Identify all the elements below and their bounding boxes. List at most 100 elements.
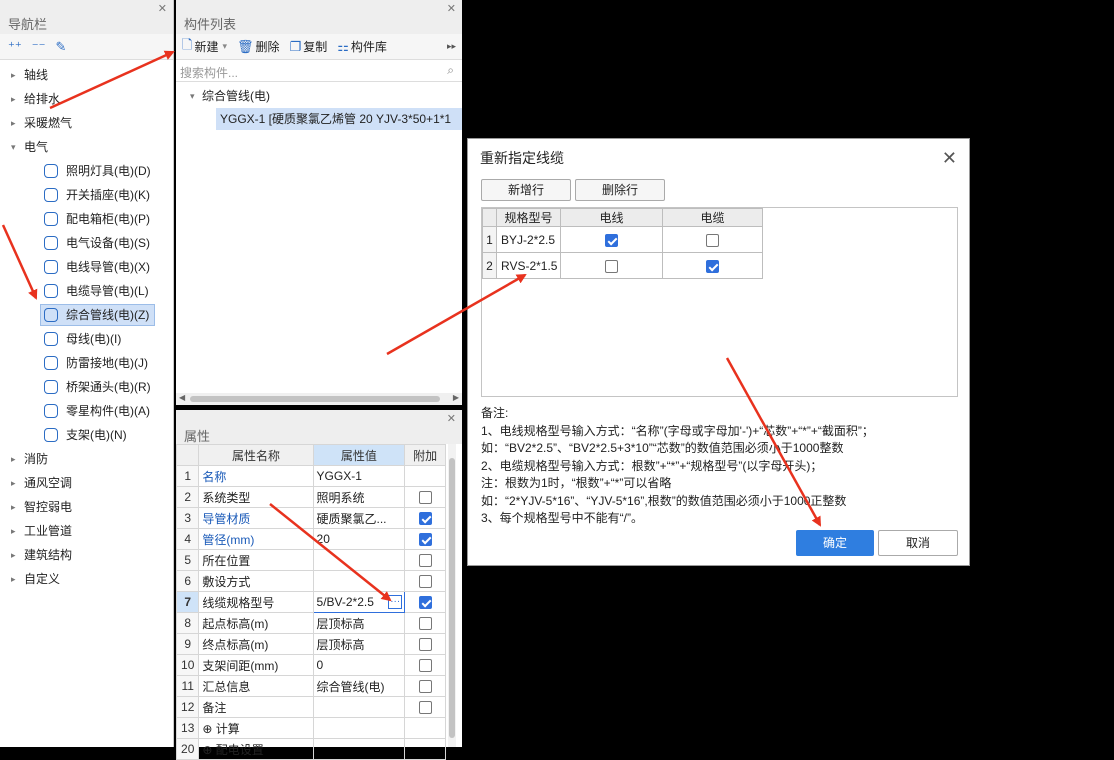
property-value[interactable]: 层顶标高 bbox=[312, 612, 406, 634]
cancel-button[interactable]: 取消 bbox=[878, 530, 958, 556]
nav-item[interactable]: ▸ 建筑结构 bbox=[0, 543, 173, 567]
nav-item[interactable]: ▸ 自定义 bbox=[0, 567, 173, 591]
nav-subitem[interactable]: 电线导管(电)(X) bbox=[0, 255, 173, 279]
nav-item[interactable]: ▸ 给排水 bbox=[0, 87, 173, 111]
expand-all-icon[interactable]: ⁺⁺ bbox=[8, 39, 22, 59]
library-button[interactable]: ⚏ 构件库 bbox=[337, 38, 387, 55]
close-icon[interactable]: ✕ bbox=[158, 2, 167, 15]
additional-checkbox[interactable] bbox=[418, 512, 432, 526]
property-value[interactable] bbox=[312, 717, 406, 739]
nav-item[interactable]: ▸ 消防 bbox=[0, 447, 173, 471]
nav-subitem[interactable]: 电缆导管(电)(L) bbox=[0, 279, 173, 303]
more-icon[interactable]: ▸▸ bbox=[447, 41, 456, 52]
property-row[interactable]: 3 导管材质 硬质聚氯乙... bbox=[175, 507, 446, 529]
property-value[interactable]: 层顶标高 bbox=[312, 633, 406, 655]
scroll-right-icon[interactable]: ▶ bbox=[453, 393, 459, 402]
collapse-icon[interactable]: ▾ bbox=[190, 84, 195, 108]
wire-checkbox[interactable] bbox=[605, 259, 618, 273]
nav-subitem[interactable]: 零星构件(电)(A) bbox=[0, 399, 173, 423]
expand-icon[interactable]: ▸ bbox=[11, 495, 16, 519]
component-item[interactable]: YGGX-1 [硬质聚氯乙烯管 20 YJV-3*50+1*1 bbox=[176, 108, 462, 132]
collapse-icon[interactable]: ▾ bbox=[11, 135, 16, 159]
nav-item[interactable]: ▸ 采暖燃气 bbox=[0, 111, 173, 135]
add-row-button[interactable]: 新增行 bbox=[481, 179, 571, 201]
copy-button[interactable]: ❐ 复制 bbox=[290, 38, 328, 55]
delete-row-button[interactable]: 删除行 bbox=[575, 179, 665, 201]
expand-icon[interactable]: ▸ bbox=[11, 543, 16, 567]
property-value[interactable]: 硬质聚氯乙... bbox=[312, 507, 406, 529]
additional-checkbox[interactable] bbox=[418, 701, 432, 715]
property-row[interactable]: 8 起点标高(m) 层顶标高 bbox=[175, 612, 446, 634]
property-value[interactable]: 5/BV-2*2.5 ··· bbox=[312, 591, 406, 613]
vertical-scrollbar[interactable] bbox=[448, 444, 456, 747]
scroll-thumb[interactable] bbox=[190, 396, 440, 402]
delete-button[interactable]: 🗑 删除 bbox=[237, 38, 280, 55]
additional-checkbox[interactable] bbox=[418, 596, 432, 610]
nav-item[interactable]: ▸ 轴线 bbox=[0, 63, 173, 87]
property-row[interactable]: 4 管径(mm) 20 bbox=[175, 528, 446, 550]
property-row[interactable]: 2 系统类型 照明系统 bbox=[175, 486, 446, 508]
close-icon[interactable]: ✕ bbox=[447, 2, 456, 15]
scroll-thumb[interactable] bbox=[449, 458, 455, 738]
property-value[interactable] bbox=[312, 570, 406, 592]
edit-icon[interactable]: ✎ bbox=[55, 39, 66, 59]
property-value[interactable]: 0 bbox=[312, 654, 406, 676]
expand-icon[interactable]: ▸ bbox=[11, 471, 16, 495]
collapse-all-icon[interactable]: ⁻⁻ bbox=[32, 39, 46, 59]
property-row[interactable]: 20 ⊕ 配电设置 bbox=[175, 738, 446, 760]
component-group[interactable]: ▾ 综合管线(电) bbox=[176, 84, 462, 108]
property-value[interactable] bbox=[312, 696, 406, 718]
expand-icon[interactable]: ▸ bbox=[11, 87, 16, 111]
expand-icon[interactable]: ▸ bbox=[11, 567, 16, 591]
spec-cell[interactable]: RVS-2*1.5 bbox=[496, 252, 561, 279]
property-value[interactable]: 照明系统 bbox=[312, 486, 406, 508]
nav-subitem[interactable]: 防雷接地(电)(J) bbox=[0, 351, 173, 375]
property-row[interactable]: 7 线缆规格型号 5/BV-2*2.5 ··· bbox=[175, 591, 446, 613]
expand-icon[interactable]: ▸ bbox=[11, 447, 16, 471]
scroll-left-icon[interactable]: ◀ bbox=[179, 393, 185, 402]
cable-checkbox[interactable] bbox=[706, 233, 719, 247]
nav-item[interactable]: ▸ 智控弱电 bbox=[0, 495, 173, 519]
ellipsis-button[interactable]: ··· bbox=[388, 595, 403, 609]
additional-checkbox[interactable] bbox=[418, 680, 432, 694]
cable-row[interactable]: 2 RVS-2*1.5 bbox=[482, 252, 763, 279]
expand-icon[interactable]: ▸ bbox=[11, 519, 16, 543]
property-value[interactable] bbox=[312, 549, 406, 571]
nav-subitem[interactable]: 支架(电)(N) bbox=[0, 423, 173, 447]
property-row[interactable]: 11 汇总信息 综合管线(电) bbox=[175, 675, 446, 697]
new-button[interactable]: 🗋 新建 ▾ bbox=[182, 36, 227, 58]
additional-checkbox[interactable] bbox=[418, 659, 432, 673]
property-row[interactable]: 5 所在位置 bbox=[175, 549, 446, 571]
nav-subitem[interactable]: 照明灯具(电)(D) bbox=[0, 159, 173, 183]
ok-button[interactable]: 确定 bbox=[796, 530, 874, 556]
dropdown-icon[interactable]: ▾ bbox=[222, 41, 227, 52]
property-value[interactable]: 综合管线(电) bbox=[312, 675, 406, 697]
additional-checkbox[interactable] bbox=[418, 617, 432, 631]
nav-subitem[interactable]: 电气设备(电)(S) bbox=[0, 231, 173, 255]
close-icon[interactable]: ✕ bbox=[447, 412, 456, 425]
property-value[interactable]: YGGX-1 bbox=[312, 465, 406, 487]
search-icon[interactable]: ⌕ bbox=[447, 63, 454, 78]
nav-item[interactable]: ▾ 电气 bbox=[0, 135, 173, 159]
expand-icon[interactable]: ▸ bbox=[11, 111, 16, 135]
component-search[interactable]: 搜索构件... ⌕ bbox=[176, 60, 462, 82]
spec-cell[interactable]: BYJ-2*2.5 bbox=[496, 226, 561, 253]
nav-subitem[interactable]: 母线(电)(I) bbox=[0, 327, 173, 351]
property-value[interactable] bbox=[312, 738, 406, 760]
property-row[interactable]: 12 备注 bbox=[175, 696, 446, 718]
nav-subitem[interactable]: 桥架通头(电)(R) bbox=[0, 375, 173, 399]
cable-row[interactable]: 1 BYJ-2*2.5 bbox=[482, 226, 763, 253]
additional-checkbox[interactable] bbox=[418, 575, 432, 589]
nav-item[interactable]: ▸ 通风空调 bbox=[0, 471, 173, 495]
nav-subitem[interactable]: 配电箱柜(电)(P) bbox=[0, 207, 173, 231]
horizontal-scrollbar[interactable]: ◀ ▶ bbox=[176, 393, 462, 405]
nav-item[interactable]: ▸ 工业管道 bbox=[0, 519, 173, 543]
additional-checkbox[interactable] bbox=[418, 554, 432, 568]
property-row[interactable]: 6 敷设方式 bbox=[175, 570, 446, 592]
additional-checkbox[interactable] bbox=[418, 533, 432, 547]
cable-checkbox[interactable] bbox=[706, 259, 719, 273]
close-icon[interactable]: ✕ bbox=[942, 139, 957, 177]
property-row[interactable]: 10 支架间距(mm) 0 bbox=[175, 654, 446, 676]
additional-checkbox[interactable] bbox=[418, 491, 432, 505]
nav-subitem[interactable]: 综合管线(电)(Z) bbox=[0, 303, 173, 327]
